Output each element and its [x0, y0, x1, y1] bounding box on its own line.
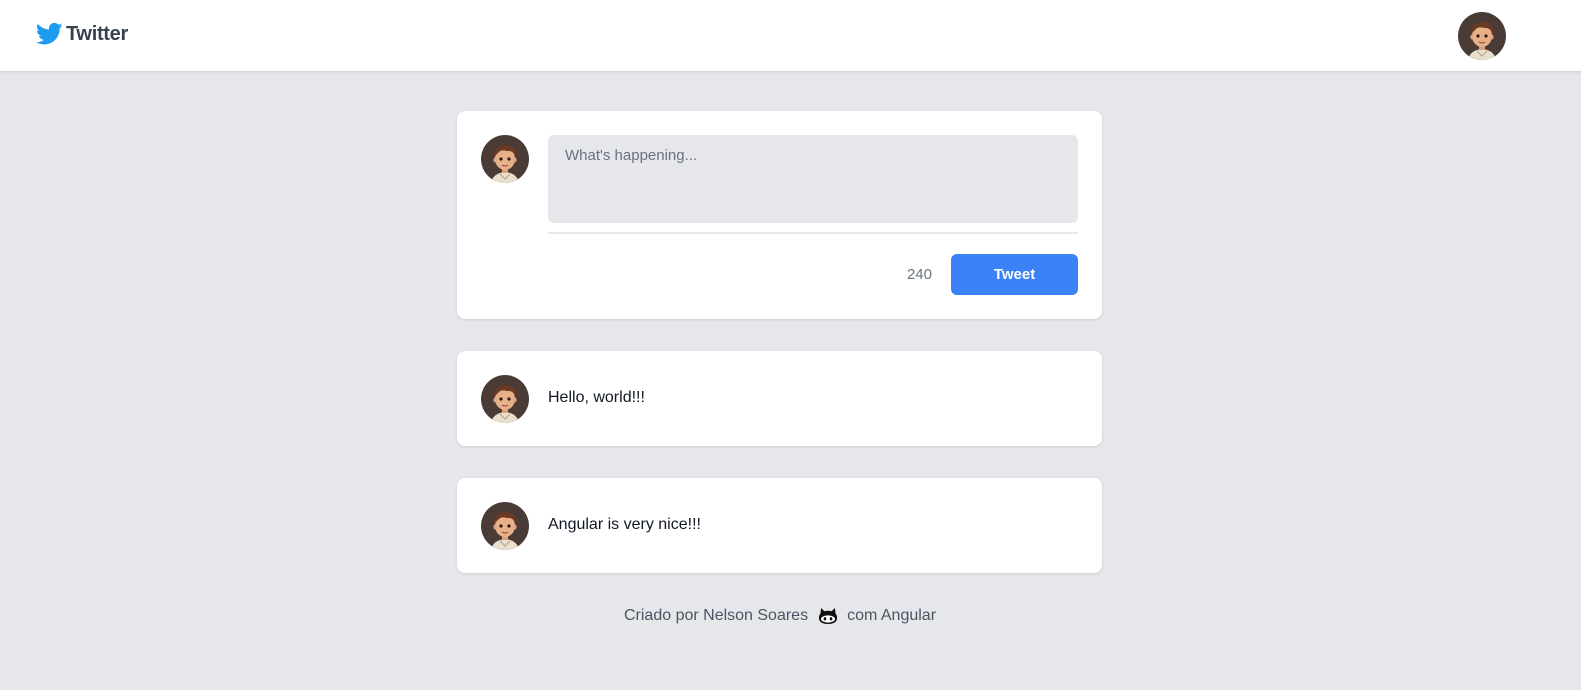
tweet-composer: 240 Tweet: [457, 111, 1102, 319]
tweet-avatar: [481, 502, 529, 550]
brand-name: Twitter: [66, 22, 128, 45]
github-icon[interactable]: [817, 605, 839, 627]
character-counter: 240: [906, 266, 932, 283]
footer-credit: Criado por Nelson Soares: [623, 607, 809, 624]
tweet-card: Angular is very nice!!!: [457, 478, 1102, 573]
brand-logo[interactable]: Twitter: [36, 22, 128, 46]
tweet-text: Hello, world!!!: [548, 389, 645, 406]
composer-avatar: [481, 135, 529, 183]
twitter-bird-icon: [36, 22, 63, 46]
footer-framework: com Angular: [847, 607, 937, 624]
user-avatar[interactable]: [1458, 12, 1506, 60]
tweet-input[interactable]: [548, 135, 1078, 223]
tweet-button[interactable]: Tweet: [951, 254, 1078, 295]
tweet-card: Hello, world!!!: [457, 351, 1102, 446]
composer-divider: [548, 232, 1078, 234]
tweet-avatar: [481, 375, 529, 423]
top-navbar: Twitter: [0, 0, 1581, 72]
tweet-text: Angular is very nice!!!: [548, 516, 701, 533]
footer: Criado por Nelson Soares com Angular: [0, 605, 1560, 627]
